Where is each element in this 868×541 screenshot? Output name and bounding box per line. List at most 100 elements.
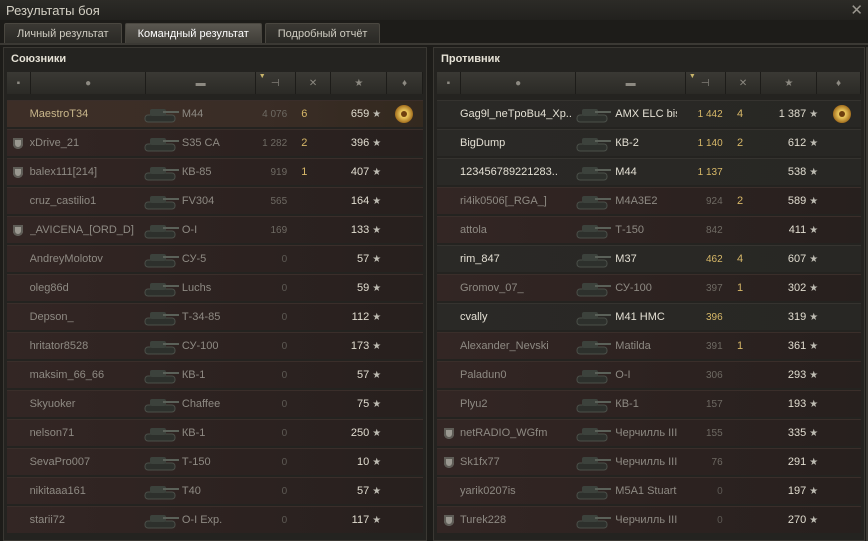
player-row[interactable]: BigDump КВ-2 1 140 2 612 ★ bbox=[437, 129, 861, 156]
tank-icon bbox=[139, 391, 182, 417]
player-name[interactable]: BigDump bbox=[460, 137, 571, 149]
player-name[interactable]: SevaPro007 bbox=[30, 456, 139, 468]
player-row[interactable]: yarik0207is M5A1 Stuart 0 197 ★ bbox=[437, 477, 861, 504]
player-row[interactable]: balex111[214] КВ-85 919 1 407 ★ bbox=[7, 158, 423, 185]
player-row[interactable]: _AVICENA_[ORD_D] О-I 169 133 ★ bbox=[7, 216, 423, 243]
player-name[interactable]: Depson_ bbox=[30, 311, 139, 323]
player-row[interactable]: 123456789221283.. M44 1 137 538 ★ bbox=[437, 158, 861, 185]
player-row[interactable]: attola Т-150 842 411 ★ bbox=[437, 216, 861, 243]
header-squad-icon[interactable]: ▪ bbox=[7, 72, 31, 94]
player-row[interactable]: xDrive_21 S35 CA 1 282 2 396 ★ bbox=[7, 129, 423, 156]
player-row[interactable]: SevaPro007 Т-150 0 10 ★ bbox=[7, 448, 423, 475]
damage-value: 842 bbox=[705, 224, 723, 236]
damage-value: 565 bbox=[270, 195, 288, 207]
player-name[interactable]: Alexander_Nevski bbox=[460, 340, 571, 352]
player-name[interactable]: yarik0207is bbox=[460, 485, 571, 497]
enemies-header: ▪ ● ▬ ▼ ⊣ ✕ ★ ♦ bbox=[437, 72, 861, 94]
header-medal-icon[interactable]: ♦ bbox=[387, 72, 423, 94]
player-row[interactable]: Alexander_Nevski Matilda 391 1 361 ★ bbox=[437, 332, 861, 359]
tank-name: M44 bbox=[615, 166, 637, 178]
player-name[interactable]: nelson71 bbox=[30, 427, 139, 439]
player-name[interactable]: ri4ik0506[_RGA_] bbox=[460, 195, 571, 207]
player-name[interactable]: Turek228 bbox=[460, 514, 571, 526]
player-row[interactable]: netRADIO_WGfm Черчилль III 155 335 ★ bbox=[437, 419, 861, 446]
player-name[interactable]: balex111[214] bbox=[30, 166, 139, 178]
header-tank-icon[interactable]: ▬ bbox=[576, 72, 686, 94]
player-row[interactable]: Depson_ Т-34-85 0 112 ★ bbox=[7, 303, 423, 330]
tank-icon bbox=[139, 333, 182, 359]
player-row[interactable]: cruz_castilio1 FV304 565 164 ★ bbox=[7, 187, 423, 214]
medal-icon[interactable] bbox=[395, 105, 414, 123]
damage-value: 169 bbox=[270, 224, 288, 236]
player-name[interactable]: oleg86d bbox=[30, 282, 139, 294]
player-row[interactable]: nikitaaa161 T40 0 57 ★ bbox=[7, 477, 423, 504]
medal-icon[interactable] bbox=[832, 105, 851, 123]
player-name[interactable]: Paladun0 bbox=[460, 369, 571, 381]
player-name[interactable]: Sk1fx77 bbox=[460, 456, 571, 468]
tab-detailed-report[interactable]: Подробный отчёт bbox=[264, 23, 381, 43]
player-row[interactable]: hritator8528 СУ-100 0 173 ★ bbox=[7, 332, 423, 359]
xp-value: 538 bbox=[787, 166, 807, 178]
player-row[interactable]: cvally M41 HMC 396 319 ★ bbox=[437, 303, 861, 330]
tank-name: КВ-1 bbox=[181, 369, 206, 381]
player-name[interactable]: _AVICENA_[ORD_D] bbox=[30, 224, 139, 236]
player-row[interactable]: Gromov_07_ СУ-100 397 1 302 ★ bbox=[437, 274, 861, 301]
player-row[interactable]: ri4ik0506[_RGA_] M4A3E2 924 2 589 ★ bbox=[437, 187, 861, 214]
player-name[interactable]: attola bbox=[460, 224, 571, 236]
damage-value: 0 bbox=[281, 485, 288, 497]
header-damage-icon[interactable]: ▼ ⊣ bbox=[685, 72, 726, 94]
player-name[interactable]: MaestroT34 bbox=[30, 108, 139, 120]
header-squad-icon[interactable]: ▪ bbox=[437, 72, 461, 94]
xp-star-icon: ★ bbox=[809, 485, 819, 497]
xp-value: 396 bbox=[350, 137, 370, 149]
tank-icon bbox=[571, 101, 615, 127]
player-name[interactable]: Gromov_07_ bbox=[460, 282, 571, 294]
header-kills-icon[interactable]: ✕ bbox=[295, 72, 332, 94]
damage-value: 0 bbox=[281, 340, 288, 352]
tab-team-result[interactable]: Командный результат bbox=[124, 23, 262, 43]
xp-star-icon: ★ bbox=[809, 137, 819, 149]
player-name[interactable]: Skyuoker bbox=[30, 398, 139, 410]
player-name[interactable]: Gag9l_neTpoBu4_Xp.. bbox=[460, 108, 571, 120]
header-medal-icon[interactable]: ♦ bbox=[817, 72, 861, 94]
player-row[interactable]: starii72 О-I Exp. 0 117 ★ bbox=[7, 506, 423, 533]
header-player-icon[interactable]: ● bbox=[460, 72, 577, 94]
header-damage-icon[interactable]: ▼ ⊣ bbox=[255, 72, 296, 94]
header-xp-icon[interactable]: ★ bbox=[331, 72, 388, 94]
player-row[interactable]: maksim_66_66 КВ-1 0 57 ★ bbox=[7, 361, 423, 388]
xp-star-icon: ★ bbox=[809, 108, 819, 120]
player-row[interactable]: Paladun0 О-I 306 293 ★ bbox=[437, 361, 861, 388]
player-row[interactable]: Sk1fx77 Черчилль III 76 291 ★ bbox=[437, 448, 861, 475]
player-name[interactable]: starii72 bbox=[30, 514, 139, 526]
player-name[interactable]: cvally bbox=[460, 311, 571, 323]
player-row[interactable]: Gag9l_neTpoBu4_Xp.. AMX ELC bis 1 442 4 1 38… bbox=[437, 100, 861, 127]
tab-personal-result[interactable]: Личный результат bbox=[4, 23, 122, 43]
player-row[interactable]: nelson71 КВ-1 0 250 ★ bbox=[7, 419, 423, 446]
player-name[interactable]: 123456789221283.. bbox=[460, 166, 571, 178]
close-icon[interactable]: ✕ bbox=[850, 1, 863, 19]
header-tank-icon[interactable]: ▬ bbox=[146, 72, 256, 94]
xp-star-icon: ★ bbox=[372, 224, 382, 236]
header-player-icon[interactable]: ● bbox=[30, 72, 147, 94]
header-xp-icon[interactable]: ★ bbox=[761, 72, 818, 94]
player-row[interactable]: MaestroT34 M44 4 076 6 659 ★ bbox=[7, 100, 423, 127]
player-name[interactable]: xDrive_21 bbox=[30, 137, 139, 149]
header-kills-icon[interactable]: ✕ bbox=[725, 72, 762, 94]
xp-star-icon: ★ bbox=[372, 311, 382, 323]
player-row[interactable]: Skyuoker Chaffee 0 75 ★ bbox=[7, 390, 423, 417]
player-name[interactable]: AndreyMolotov bbox=[30, 253, 139, 265]
player-name[interactable]: cruz_castilio1 bbox=[30, 195, 139, 207]
player-row[interactable]: rim_847 M37 462 4 607 ★ bbox=[437, 245, 861, 272]
player-name[interactable]: rim_847 bbox=[460, 253, 571, 265]
kills-value: 1 bbox=[737, 282, 744, 294]
player-name[interactable]: Plyu2 bbox=[460, 398, 571, 410]
player-name[interactable]: nikitaaa161 bbox=[30, 485, 139, 497]
xp-value: 335 bbox=[787, 427, 807, 439]
player-row[interactable]: Turek228 Черчилль III 0 270 ★ bbox=[437, 506, 861, 533]
player-name[interactable]: netRADIO_WGfm bbox=[460, 427, 571, 439]
player-row[interactable]: Plyu2 КВ-1 157 193 ★ bbox=[437, 390, 861, 417]
player-row[interactable]: oleg86d Luchs 0 59 ★ bbox=[7, 274, 423, 301]
player-name[interactable]: hritator8528 bbox=[30, 340, 139, 352]
player-row[interactable]: AndreyMolotov СУ-5 0 57 ★ bbox=[7, 245, 423, 272]
player-name[interactable]: maksim_66_66 bbox=[30, 369, 139, 381]
